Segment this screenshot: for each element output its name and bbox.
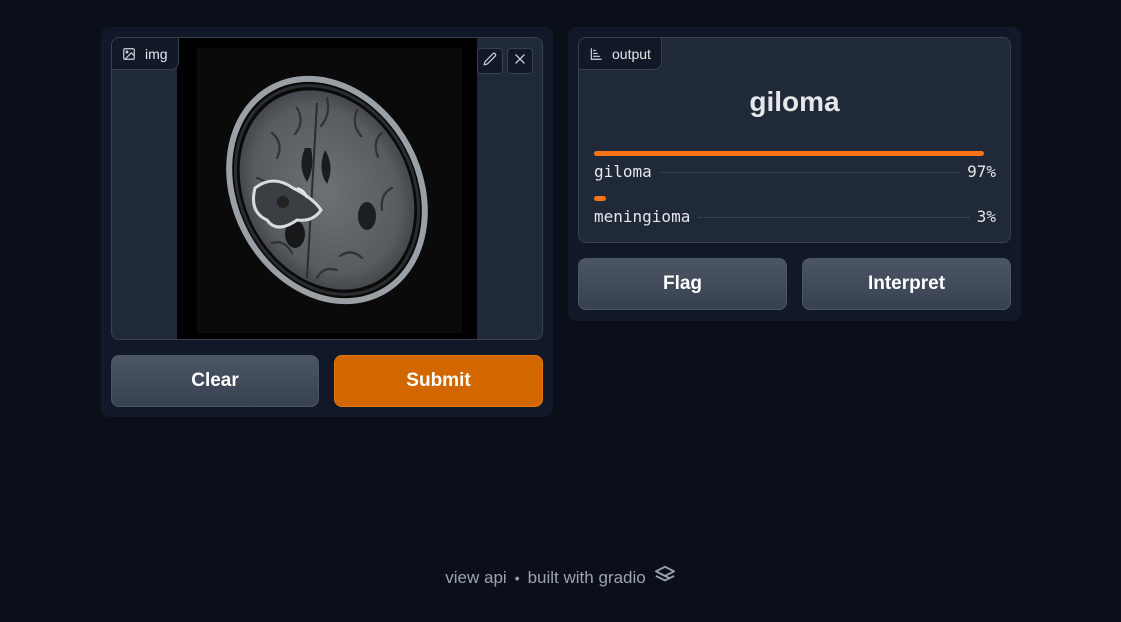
gradio-logo-icon bbox=[654, 565, 676, 590]
clear-button[interactable]: Clear bbox=[111, 355, 319, 407]
image-icon bbox=[122, 47, 136, 61]
interpret-button[interactable]: Interpret bbox=[802, 258, 1011, 310]
edit-image-button[interactable] bbox=[477, 48, 503, 74]
confidence-divider bbox=[698, 217, 969, 218]
output-label: output bbox=[579, 38, 662, 70]
output-label-text: output bbox=[612, 45, 651, 62]
confidence-value: 3% bbox=[976, 207, 996, 226]
remove-image-button[interactable] bbox=[507, 48, 533, 74]
label-output: output giloma giloma 97% meningioma 3% bbox=[578, 37, 1011, 243]
close-icon bbox=[513, 52, 527, 71]
chart-icon bbox=[589, 47, 603, 61]
built-with-gradio-link[interactable]: built with gradio bbox=[528, 568, 646, 588]
footer: view api • built with gradio bbox=[0, 565, 1121, 590]
submit-button[interactable]: Submit bbox=[334, 355, 543, 407]
brain-mri-image bbox=[177, 38, 477, 339]
view-api-link[interactable]: view api bbox=[445, 568, 506, 588]
flag-button[interactable]: Flag bbox=[578, 258, 787, 310]
image-input-label: img bbox=[112, 38, 179, 70]
confidence-label: meningioma bbox=[594, 207, 691, 226]
confidence-bar bbox=[594, 196, 607, 201]
image-input-label-text: img bbox=[145, 45, 168, 62]
confidence-divider bbox=[659, 172, 960, 173]
confidence-row[interactable]: meningioma 3% bbox=[594, 196, 996, 226]
predicted-class: giloma bbox=[749, 86, 840, 117]
confidence-value: 97% bbox=[967, 162, 996, 181]
output-panel: output giloma giloma 97% meningioma 3% F… bbox=[568, 27, 1021, 321]
edit-icon bbox=[483, 52, 497, 71]
footer-separator: • bbox=[514, 569, 520, 586]
image-input[interactable]: img bbox=[111, 37, 543, 340]
confidence-label: giloma bbox=[594, 162, 652, 181]
confidence-row[interactable]: giloma 97% bbox=[594, 151, 996, 181]
input-panel: img Clear Submit bbox=[101, 27, 553, 417]
confidence-bar bbox=[594, 151, 984, 156]
